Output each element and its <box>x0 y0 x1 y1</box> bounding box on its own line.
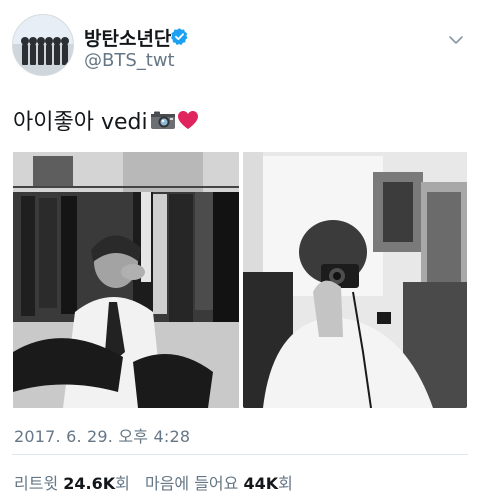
red-heart-icon <box>177 111 198 129</box>
photo-1[interactable] <box>13 152 239 408</box>
camera-icon <box>150 111 175 129</box>
media-grid <box>13 152 467 408</box>
tweet-text: 아이좋아 vedi <box>13 104 199 136</box>
user-handle[interactable]: @BTS_twt <box>84 50 175 71</box>
chevron-down-icon[interactable] <box>448 32 464 48</box>
likes-label: 마음에 들어요 <box>144 474 239 493</box>
retweets-label: 리트윗 <box>14 474 59 493</box>
verified-badge-icon <box>171 28 188 45</box>
tweet-text-body: 아이좋아 vedi <box>13 110 148 135</box>
tweet-header: 방탄소년단 @BTS_twt <box>12 14 468 80</box>
tweet-timestamp[interactable]: 2017. 6. 29. 오후 4:28 <box>14 423 190 447</box>
tweet-card: 방탄소년단 @BTS_twt 아이좋아 vedi 2017. 6. 29. 오후… <box>0 0 480 499</box>
retweets-unit: 회 <box>115 474 130 493</box>
retweets-count[interactable]: 24.6K <box>63 474 115 493</box>
likes-unit: 회 <box>278 474 293 493</box>
photo-2[interactable] <box>243 152 467 408</box>
avatar[interactable] <box>12 14 74 76</box>
tweet-stats: 리트윗 24.6K회 마음에 들어요 44K회 <box>14 470 293 494</box>
divider <box>12 454 468 455</box>
likes-count[interactable]: 44K <box>243 474 278 493</box>
display-name[interactable]: 방탄소년단 <box>84 24 171 51</box>
